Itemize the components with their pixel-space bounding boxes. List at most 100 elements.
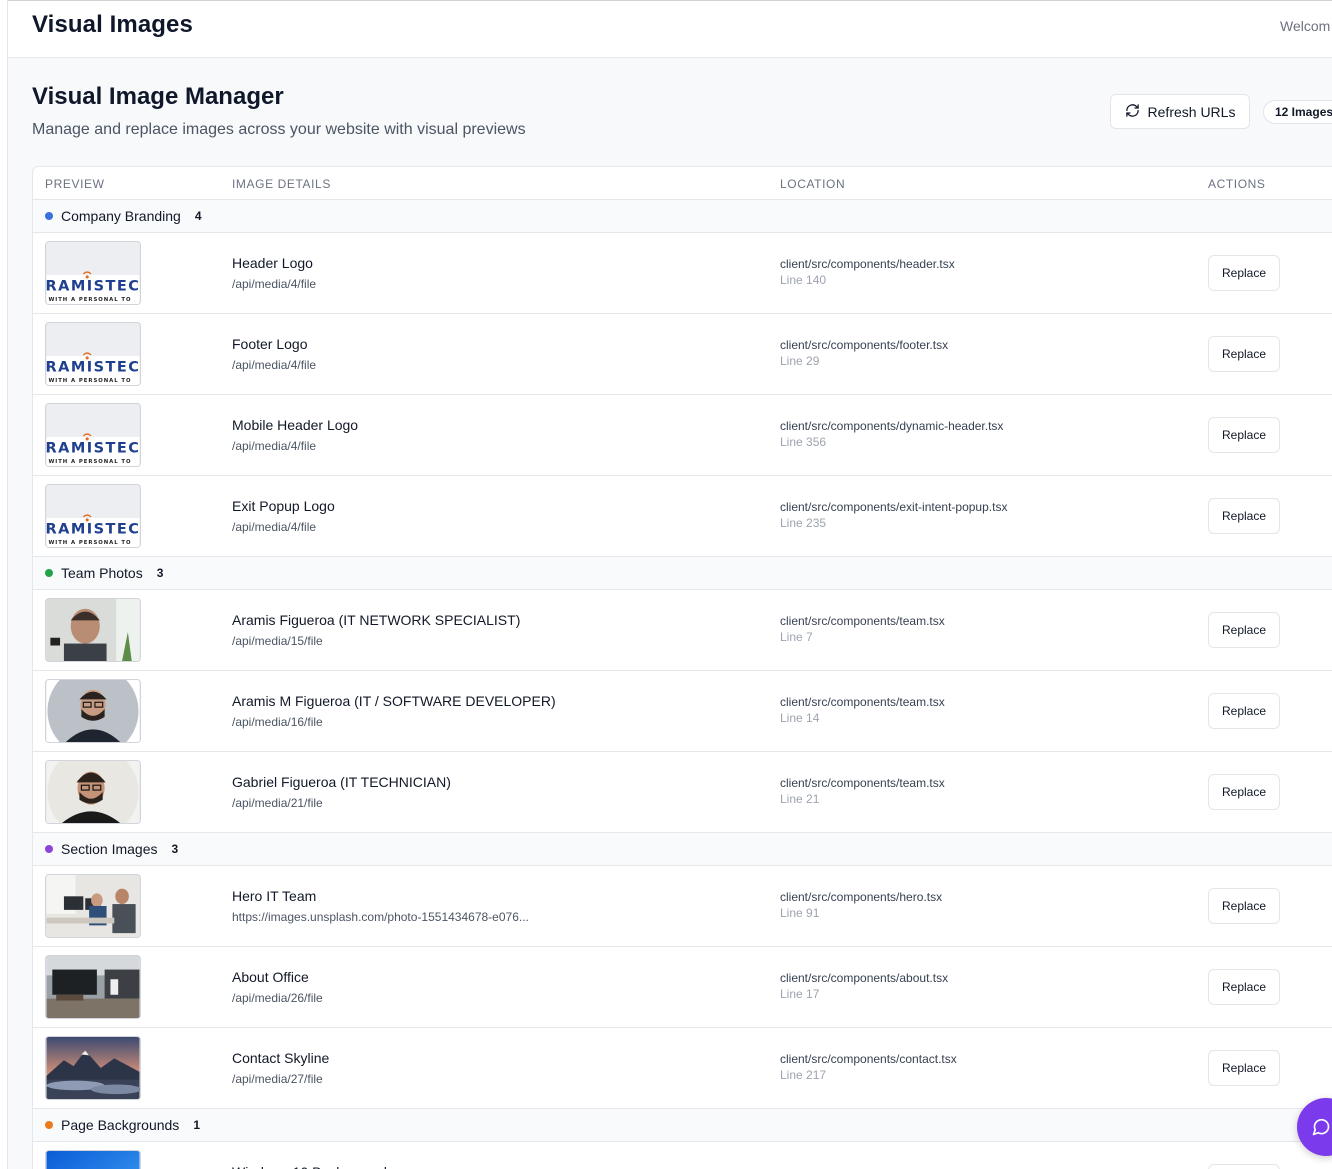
image-preview[interactable]: RAMISTEC WITH A PERSONAL TO bbox=[45, 322, 141, 386]
table-row: Contact Skyline/api/media/27/file client/… bbox=[33, 1028, 1332, 1109]
location-file: client/src/components/hero.tsx bbox=[780, 890, 943, 904]
image-preview[interactable]: RAMISTEC WITH A PERSONAL TO bbox=[45, 241, 141, 305]
image-name: Windows 10 Background bbox=[232, 1164, 387, 1169]
image-name: Header Logo bbox=[232, 255, 313, 271]
svg-text:WITH A PERSONAL TO: WITH A PERSONAL TO bbox=[48, 378, 131, 384]
svg-text:RAMISTEC: RAMISTEC bbox=[46, 278, 140, 294]
group-row: Page Backgrounds 1 bbox=[33, 1109, 1332, 1142]
image-preview[interactable] bbox=[45, 1036, 141, 1100]
replace-button[interactable]: Replace bbox=[1208, 774, 1280, 810]
table-body: Company Branding 4 RAMISTEC WITH A PERSONAL… bbox=[33, 200, 1332, 1169]
image-path: /api/media/26/file bbox=[232, 991, 323, 1005]
image-preview[interactable] bbox=[45, 1150, 141, 1169]
table-row: RAMISTEC WITH A PERSONAL TO Header Logo/ap… bbox=[33, 233, 1332, 314]
location-line: Line 17 bbox=[780, 987, 820, 1001]
location-line: Line 29 bbox=[780, 354, 820, 368]
table-header: PREVIEW IMAGE DETAILS LOCATION ACTIONS bbox=[33, 167, 1332, 200]
image-name: Mobile Header Logo bbox=[232, 417, 359, 433]
image-path: /api/media/4/file bbox=[232, 358, 317, 372]
table-row: RAMISTEC WITH A PERSONAL TO Mobile Header … bbox=[33, 395, 1332, 476]
top-bar: Visual Images Welcom bbox=[8, 0, 1332, 58]
replace-button[interactable]: Replace bbox=[1208, 693, 1280, 729]
location-file: client/src/components/footer.tsx bbox=[780, 338, 949, 352]
group-count: 3 bbox=[171, 842, 179, 856]
refresh-icon bbox=[1125, 103, 1140, 121]
column-image-details: IMAGE DETAILS bbox=[232, 177, 331, 191]
group-dot bbox=[45, 569, 53, 577]
image-name: About Office bbox=[232, 969, 309, 985]
manager-title: Visual Image Manager bbox=[32, 83, 284, 110]
replace-button[interactable]: Replace bbox=[1208, 1164, 1280, 1169]
location-line: Line 140 bbox=[780, 273, 827, 287]
image-path: https://images.unsplash.com/photo-155143… bbox=[232, 910, 529, 924]
refresh-urls-button[interactable]: Refresh URLs bbox=[1110, 94, 1250, 129]
location-file: client/src/components/team.tsx bbox=[780, 614, 945, 628]
replace-button[interactable]: Replace bbox=[1208, 336, 1280, 372]
manager-subtitle: Manage and replace images across your we… bbox=[32, 121, 526, 138]
table-row: RAMISTEC WITH A PERSONAL TO Footer Logo/ap… bbox=[33, 314, 1332, 395]
location-line: Line 14 bbox=[780, 711, 820, 725]
column-preview: PREVIEW bbox=[45, 177, 105, 191]
location-file: client/src/components/dynamic-header.tsx bbox=[780, 419, 1004, 433]
group-count: 3 bbox=[156, 566, 164, 580]
group-name: Section Images bbox=[61, 841, 158, 857]
image-preview[interactable] bbox=[45, 955, 141, 1019]
image-preview[interactable] bbox=[45, 598, 141, 662]
group-name: Page Backgrounds bbox=[61, 1117, 180, 1133]
table-row: Windows 10 Background Replace bbox=[33, 1142, 1332, 1169]
image-preview[interactable] bbox=[45, 874, 141, 938]
image-name: Contact Skyline bbox=[232, 1050, 330, 1066]
group-row: Section Images 3 bbox=[33, 833, 1332, 866]
image-path: /api/media/21/file bbox=[232, 796, 323, 810]
image-name: Footer Logo bbox=[232, 336, 308, 352]
sidebar-rail bbox=[0, 0, 8, 1169]
image-name: Gabriel Figueroa (IT TECHNICIAN) bbox=[232, 774, 451, 790]
image-name: Aramis M Figueroa (IT / SOFTWARE DEVELOP… bbox=[232, 693, 556, 709]
group-row: Company Branding 4 bbox=[33, 200, 1332, 233]
table-row: Aramis M Figueroa (IT / SOFTWARE DEVELOP… bbox=[33, 671, 1332, 752]
group-name: Team Photos bbox=[61, 565, 143, 581]
image-preview[interactable] bbox=[45, 679, 141, 743]
group-count: 4 bbox=[194, 209, 202, 223]
replace-button[interactable]: Replace bbox=[1208, 969, 1280, 1005]
location-line: Line 217 bbox=[780, 1068, 827, 1082]
column-location: LOCATION bbox=[780, 177, 846, 191]
image-preview[interactable] bbox=[45, 760, 141, 824]
location-line: Line 21 bbox=[780, 792, 820, 806]
group-count: 1 bbox=[193, 1118, 200, 1132]
replace-button[interactable]: Replace bbox=[1208, 498, 1280, 534]
location-file: client/src/components/header.tsx bbox=[780, 257, 955, 271]
image-preview[interactable]: RAMISTEC WITH A PERSONAL TO bbox=[45, 403, 141, 467]
table-row: Aramis Figueroa (IT NETWORK SPECIALIST) /… bbox=[33, 590, 1332, 671]
group-name: Company Branding bbox=[61, 208, 181, 224]
group-dot bbox=[45, 845, 53, 853]
replace-button[interactable]: Replace bbox=[1208, 417, 1280, 453]
refresh-urls-label: Refresh URLs bbox=[1147, 103, 1236, 120]
replace-button[interactable]: Replace bbox=[1208, 1050, 1280, 1086]
svg-text:WITH A PERSONAL TO: WITH A PERSONAL TO bbox=[48, 540, 131, 546]
location-line: Line 356 bbox=[780, 435, 827, 449]
image-count-badge: 12 Images bbox=[1263, 100, 1332, 124]
image-preview[interactable]: RAMISTEC WITH A PERSONAL TO bbox=[45, 484, 141, 548]
replace-button[interactable]: Replace bbox=[1208, 612, 1280, 648]
location-line: Line 7 bbox=[780, 630, 813, 644]
images-table: PREVIEW IMAGE DETAILS LOCATION ACTIONS C… bbox=[32, 166, 1332, 1169]
location-line: Line 235 bbox=[780, 516, 827, 530]
table-row: Gabriel Figueroa (IT TECHNICIAN) /api/med… bbox=[33, 752, 1332, 833]
image-path: /api/media/4/file bbox=[232, 439, 317, 453]
image-path: /api/media/27/file bbox=[232, 1072, 323, 1086]
image-name: Exit Popup Logo bbox=[232, 498, 335, 514]
group-dot bbox=[45, 212, 53, 220]
location-file: client/src/components/team.tsx bbox=[780, 695, 945, 709]
svg-text:WITH A PERSONAL TO: WITH A PERSONAL TO bbox=[48, 297, 131, 303]
column-actions: ACTIONS bbox=[1208, 177, 1266, 191]
welcome-text: Welcom bbox=[1280, 18, 1331, 34]
replace-button[interactable]: Replace bbox=[1208, 255, 1280, 291]
image-name: Aramis Figueroa (IT NETWORK SPECIALIST) bbox=[232, 612, 521, 628]
location-line: Line 91 bbox=[780, 906, 820, 920]
image-name: Hero IT Team bbox=[232, 888, 317, 904]
image-path: /api/media/15/file bbox=[232, 634, 323, 648]
location-file: client/src/components/team.tsx bbox=[780, 776, 945, 790]
replace-button[interactable]: Replace bbox=[1208, 888, 1280, 924]
location-file: client/src/components/contact.tsx bbox=[780, 1052, 957, 1066]
